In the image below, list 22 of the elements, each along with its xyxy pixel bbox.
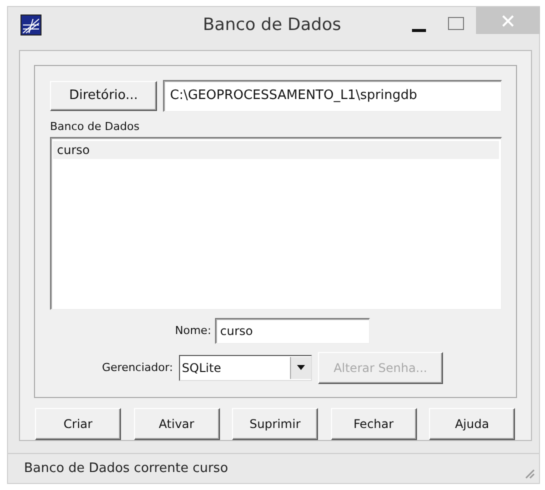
list-item[interactable]: curso [53, 140, 499, 159]
action-button[interactable]: Criar [35, 408, 121, 440]
close-icon [502, 14, 514, 26]
action-button[interactable]: Suprimir [232, 408, 318, 440]
action-button[interactable]: Ajuda [429, 408, 515, 440]
resize-grip-icon[interactable] [523, 467, 535, 479]
name-field[interactable]: curso [215, 318, 370, 344]
window-title: Banco de Dados [202, 15, 342, 36]
directory-field[interactable]: C:\GEOPROCESSAMENTO_L1\springdb [163, 80, 502, 112]
status-text: Banco de Dados corrente curso [24, 460, 228, 476]
list-label: Banco de Dados [50, 120, 140, 133]
minimize-icon[interactable] [412, 29, 426, 33]
caret-icon [296, 365, 305, 370]
grid-icon [20, 14, 42, 36]
directory-button[interactable]: Diretório... [50, 80, 157, 111]
manager-label: Gerenciador: [102, 361, 173, 374]
maximize-icon[interactable] [448, 17, 464, 31]
manager-dropdown[interactable]: SQLite [178, 354, 312, 381]
action-button[interactable]: Fechar [330, 408, 416, 440]
database-list[interactable]: curso [50, 136, 502, 310]
action-button[interactable]: Ativar [134, 408, 220, 440]
name-label: Nome: [175, 324, 212, 338]
